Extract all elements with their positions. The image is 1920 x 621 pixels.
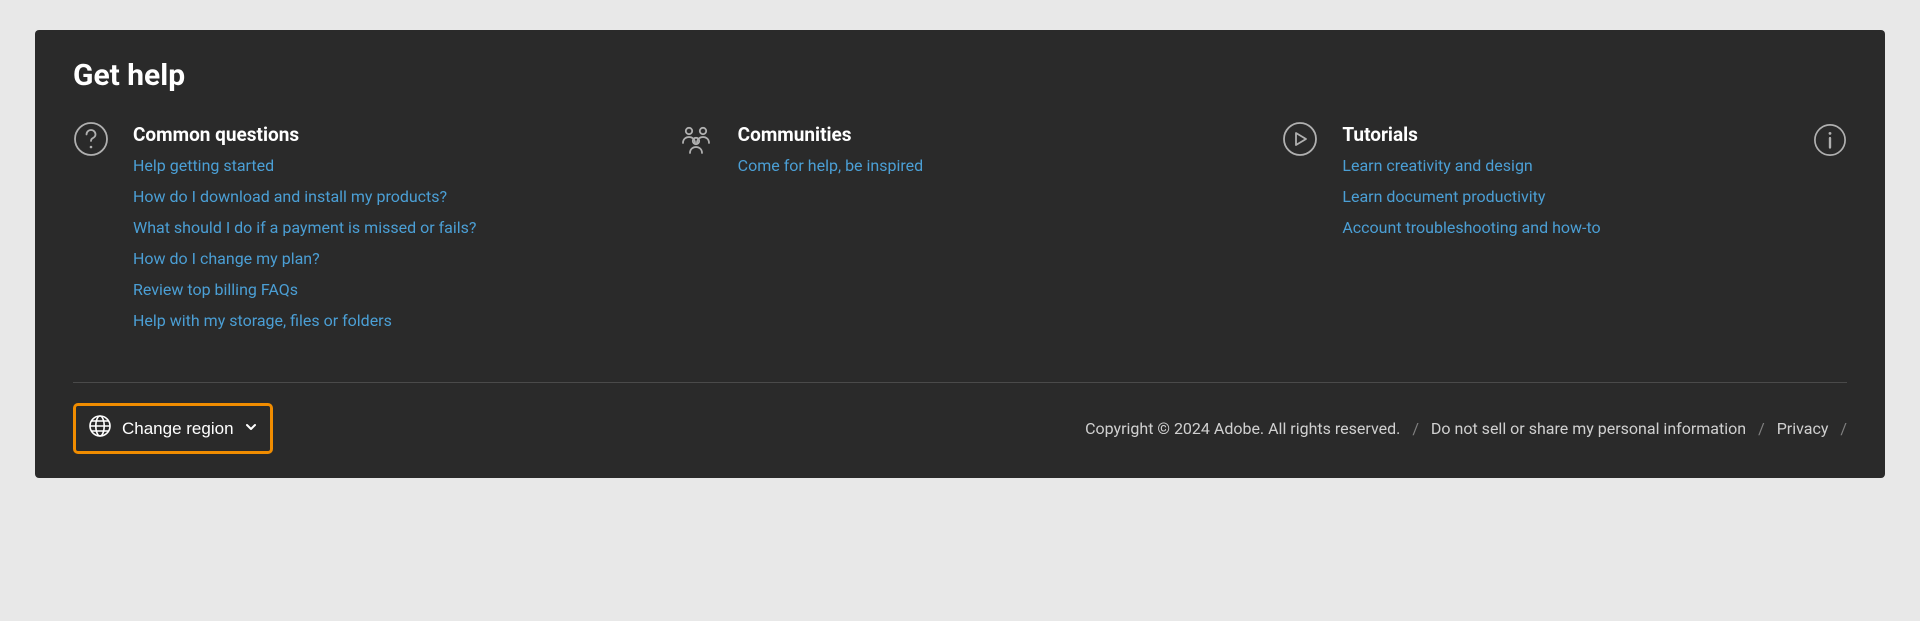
- question-circle-icon: [73, 121, 109, 157]
- legal-text: Copyright © 2024 Adobe. All rights reser…: [1085, 419, 1847, 438]
- link-billing-faqs[interactable]: Review top billing FAQs: [133, 280, 298, 299]
- link-come-for-help[interactable]: Come for help, be inspired: [738, 156, 923, 175]
- change-region-button[interactable]: Change region: [73, 403, 273, 454]
- column-tutorials: Tutorials Learn creativity and design Le…: [1282, 123, 1847, 342]
- info-circle-icon[interactable]: [1813, 123, 1847, 157]
- column-title: Tutorials: [1342, 123, 1789, 146]
- link-list: Learn creativity and design Learn docume…: [1342, 156, 1789, 237]
- chevron-down-icon: [244, 419, 258, 439]
- link-account-troubleshooting[interactable]: Account troubleshooting and how-to: [1342, 218, 1600, 237]
- link-learn-document[interactable]: Learn document productivity: [1342, 187, 1545, 206]
- link-payment-missed[interactable]: What should I do if a payment is missed …: [133, 218, 476, 237]
- help-panel: Get help Common questions Help getting s…: [35, 30, 1885, 478]
- column-title: Communities: [738, 123, 1243, 146]
- play-circle-icon: [1282, 121, 1318, 157]
- page-title: Get help: [73, 58, 1847, 93]
- link-privacy[interactable]: Privacy: [1777, 419, 1829, 438]
- link-change-plan[interactable]: How do I change my plan?: [133, 249, 320, 268]
- column-title: Common questions: [133, 123, 638, 146]
- link-list: Help getting started How do I download a…: [133, 156, 638, 330]
- globe-icon: [88, 414, 112, 443]
- change-region-label: Change region: [122, 419, 234, 439]
- link-help-getting-started[interactable]: Help getting started: [133, 156, 274, 175]
- people-icon: [678, 121, 714, 157]
- separator: /: [1758, 419, 1765, 438]
- copyright-text: Copyright © 2024 Adobe. All rights reser…: [1085, 419, 1400, 438]
- link-storage-files[interactable]: Help with my storage, files or folders: [133, 311, 392, 330]
- link-do-not-sell[interactable]: Do not sell or share my personal informa…: [1431, 419, 1746, 438]
- column-communities: Communities Come for help, be inspired: [678, 123, 1243, 342]
- link-learn-creativity[interactable]: Learn creativity and design: [1342, 156, 1532, 175]
- link-download-install[interactable]: How do I download and install my product…: [133, 187, 447, 206]
- separator: /: [1840, 419, 1847, 438]
- separator: /: [1412, 419, 1419, 438]
- help-columns: Common questions Help getting started Ho…: [35, 123, 1885, 382]
- panel-footer: Change region Copyright © 2024 Adobe. Al…: [35, 383, 1885, 478]
- link-list: Come for help, be inspired: [738, 156, 1243, 175]
- panel-header: Get help: [35, 30, 1885, 123]
- column-content: Communities Come for help, be inspired: [738, 123, 1243, 187]
- column-content: Common questions Help getting started Ho…: [133, 123, 638, 342]
- column-content: Tutorials Learn creativity and design Le…: [1342, 123, 1789, 249]
- column-common-questions: Common questions Help getting started Ho…: [73, 123, 638, 342]
